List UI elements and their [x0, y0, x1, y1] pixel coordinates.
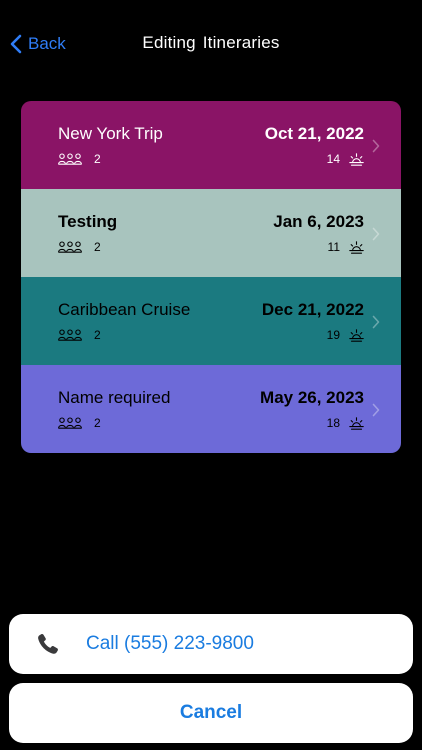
itinerary-days: 18 — [327, 416, 364, 430]
people-icon — [58, 153, 82, 165]
sunrise-icon — [349, 240, 364, 254]
itinerary-list: New York Trip Oct 21, 2022 2 14 Testing … — [21, 101, 401, 453]
itinerary-date: Oct 21, 2022 — [264, 124, 364, 143]
itinerary-days: 19 — [327, 328, 364, 342]
chevron-right-icon — [372, 139, 380, 153]
itinerary-days: 11 — [328, 240, 364, 254]
people-count: 2 — [94, 328, 101, 342]
people-count: 2 — [94, 152, 101, 166]
call-label: Call (555) 223-9800 — [86, 633, 254, 654]
sunrise-icon — [349, 416, 364, 430]
people-icon — [58, 329, 82, 341]
itinerary-name: Caribbean Cruise — [58, 300, 191, 319]
itinerary-row[interactable]: Testing Jan 6, 2023 2 11 — [21, 189, 401, 277]
chevron-right-icon — [372, 403, 380, 417]
people-icon — [58, 241, 82, 253]
days-count: 19 — [326, 328, 340, 342]
itinerary-date: May 26, 2023 — [260, 388, 364, 407]
itinerary-days: 14 — [327, 152, 364, 166]
itinerary-people: 2 — [58, 416, 101, 430]
itinerary-date: Dec 21, 2022 — [261, 300, 364, 319]
cancel-button[interactable]: Cancel — [9, 683, 413, 743]
itinerary-date: Jan 6, 2023 — [273, 212, 364, 231]
phone-icon — [38, 633, 58, 654]
itinerary-row[interactable]: Name required May 26, 2023 2 18 — [21, 365, 401, 453]
chevron-right-icon — [372, 315, 380, 329]
days-count: 14 — [326, 152, 340, 166]
sunrise-icon — [349, 328, 364, 342]
itinerary-name: Name required — [58, 388, 171, 407]
people-count: 2 — [94, 240, 101, 254]
itinerary-people: 2 — [58, 240, 101, 254]
call-button[interactable]: Call (555) 223-9800 — [9, 614, 413, 674]
chevron-right-icon — [372, 227, 380, 241]
days-count: 18 — [326, 416, 340, 430]
people-icon — [58, 417, 82, 429]
cancel-label: Cancel — [179, 702, 243, 723]
itinerary-name: New York Trip — [58, 124, 163, 143]
days-count: 11 — [327, 240, 340, 254]
page-title: Editing Itineraries — [142, 33, 280, 52]
itinerary-people: 2 — [58, 328, 101, 342]
screen: Back Editing Itineraries New York Trip O… — [0, 0, 422, 750]
people-count: 2 — [94, 416, 101, 430]
itinerary-row[interactable]: New York Trip Oct 21, 2022 2 14 — [21, 101, 401, 189]
itinerary-name: Testing — [58, 212, 118, 231]
itinerary-people: 2 — [58, 152, 101, 166]
itinerary-row[interactable]: Caribbean Cruise Dec 21, 2022 2 19 — [21, 277, 401, 365]
navigation-bar: Back Editing Itineraries — [0, 24, 422, 64]
sunrise-icon — [349, 152, 364, 166]
